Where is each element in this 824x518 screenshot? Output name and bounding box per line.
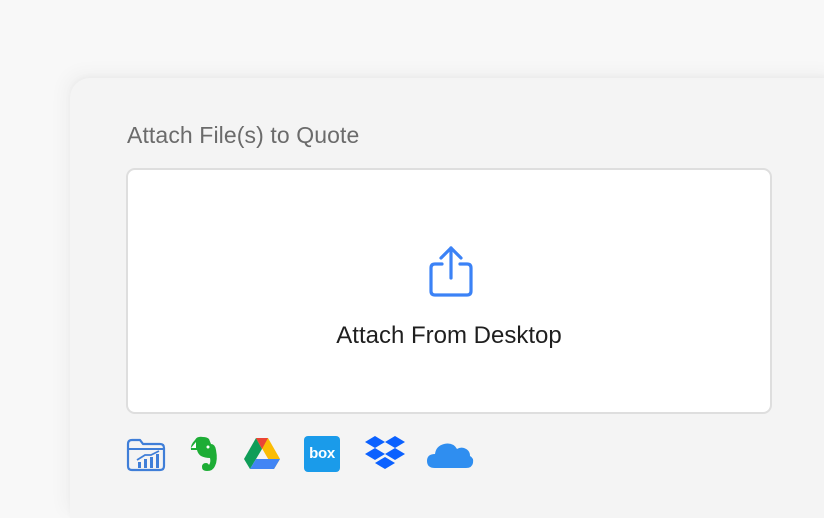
box-icon[interactable]: box — [304, 436, 340, 472]
attach-files-label: Attach File(s) to Quote — [127, 122, 360, 148]
google-drive-icon[interactable] — [243, 434, 281, 474]
evernote-icon[interactable] — [187, 434, 221, 474]
attach-from-desktop-dropzone[interactable]: Attach From Desktop — [126, 168, 772, 414]
attach-from-desktop-label: Attach From Desktop — [336, 322, 562, 349]
dropbox-icon[interactable] — [365, 434, 405, 474]
onedrive-icon[interactable] — [426, 434, 474, 474]
upload-icon — [423, 243, 479, 301]
zoho-workdrive-icon[interactable] — [126, 434, 166, 474]
